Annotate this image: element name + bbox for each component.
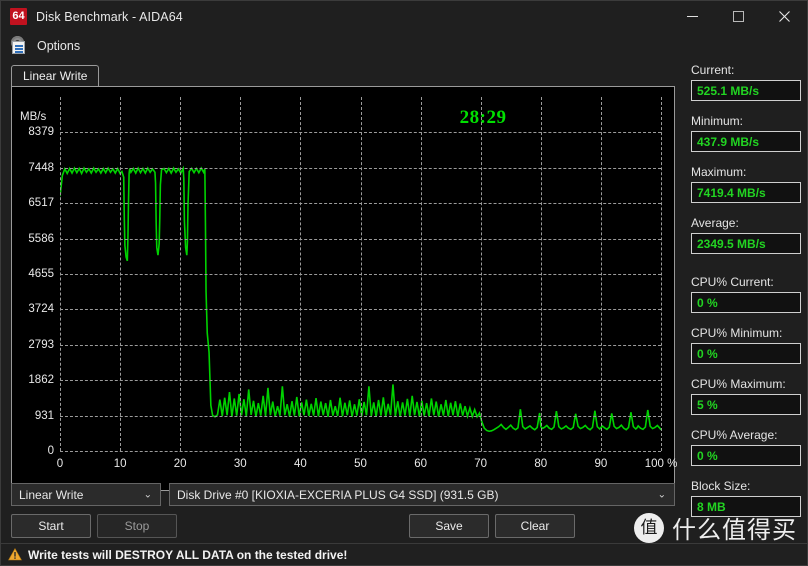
y-axis-tick-label: 0	[47, 445, 54, 457]
stat-label: CPU% Minimum:	[691, 326, 783, 340]
stat-label: Minimum:	[691, 114, 744, 128]
chart-unit-label: MB/s	[20, 111, 47, 123]
stop-button[interactable]: Stop	[97, 514, 177, 538]
stat-value: 2349.5 MB/s	[691, 233, 801, 254]
options-toolbar: Options	[1, 32, 807, 59]
drive-select[interactable]: Disk Drive #0 [KIOXIA-EXCERIA PLUS G4 SS…	[169, 483, 675, 506]
y-axis-tick-label: 2793	[28, 338, 54, 351]
stat-label: CPU% Average:	[691, 428, 778, 442]
y-axis-tick-label: 931	[34, 409, 54, 422]
x-axis-tick-label: 80	[534, 458, 548, 470]
y-axis-tick-label: 1862	[28, 374, 54, 387]
close-icon[interactable]	[761, 1, 807, 32]
start-button[interactable]: Start	[11, 514, 91, 538]
stat-value: 7419.4 MB/s	[691, 182, 801, 203]
clear-button[interactable]: Clear	[495, 514, 575, 538]
x-axis-tick-label: 50	[354, 458, 367, 470]
window-title: Disk Benchmark - AIDA64	[36, 9, 183, 24]
chart-trace	[60, 97, 661, 451]
watermark-text: 什么值得买	[672, 516, 797, 544]
tab-strip: Linear Write	[11, 65, 675, 87]
watermark-badge: 值	[634, 512, 664, 543]
chart-panel: MB/s 28:29 0 931 1862 2793 3724 4655 5586 6517 7…	[11, 86, 677, 491]
save-button[interactable]: Save	[409, 514, 489, 538]
tab-linear-write[interactable]: Linear Write	[11, 65, 100, 87]
y-axis-tick-label: 5586	[28, 232, 54, 245]
x-axis-tick-label: 10	[113, 458, 127, 470]
x-axis-tick-label: 40	[293, 458, 307, 470]
trace-line	[60, 168, 661, 431]
maximize-icon[interactable]	[715, 1, 761, 32]
gridline-horizontal	[60, 451, 661, 452]
stat-label: CPU% Current:	[691, 275, 774, 289]
x-axis-tick-label: 0	[56, 458, 64, 470]
warning-triangle-icon	[8, 548, 22, 561]
y-axis-tick-label: 6517	[28, 197, 54, 210]
y-axis-tick-label: 8379	[28, 126, 54, 139]
warning-text: Write tests will DESTROY ALL DATA on the…	[28, 547, 348, 562]
stat-label: Maximum:	[691, 165, 747, 179]
minimize-icon[interactable]	[669, 1, 715, 32]
y-axis-tick-label: 3724	[28, 303, 54, 316]
y-axis-tick-label: 4655	[28, 268, 54, 280]
x-axis-tick-label: 20	[173, 458, 187, 470]
options-gear-icon	[9, 36, 29, 55]
stat-label: CPU% Maximum:	[691, 377, 786, 391]
stat-value: 0 %	[691, 445, 801, 466]
warning-bar: Write tests will DESTROY ALL DATA on the…	[1, 543, 807, 565]
x-axis-tick-label: 70	[474, 458, 488, 470]
benchmark-mode-select[interactable]: Linear Write ⌄	[11, 483, 161, 506]
chevron-down-icon: ⌄	[143, 489, 152, 500]
x-axis-tick-label: 60	[414, 458, 427, 470]
options-menu-item[interactable]: Options	[37, 39, 80, 53]
disk-benchmark-window: 64 Disk Benchmark - AIDA64 Options Linea…	[0, 0, 808, 566]
stat-label: Block Size:	[691, 479, 751, 493]
x-axis-tick-label: 30	[233, 458, 247, 470]
stat-value: 5 %	[691, 394, 801, 415]
stat-value: 0 %	[691, 292, 801, 313]
button-row: Start Stop Save Clear	[11, 514, 675, 538]
chart-inner: MB/s 28:29 0 931 1862 2793 3724 4655 5586 6517 7…	[16, 91, 677, 486]
watermark: 值 什么值得买	[634, 510, 797, 545]
statistics-panel: Current: 525.1 MB/s Minimum: 437.9 MB/s Maxi…	[691, 63, 801, 530]
stat-value: 437.9 MB/s	[691, 131, 801, 152]
stat-value: 0 %	[691, 343, 801, 364]
app-icon: 64	[10, 8, 27, 25]
x-axis-tick-label: 100 %	[644, 458, 678, 470]
stat-value: 525.1 MB/s	[691, 80, 801, 101]
stat-label: Current:	[691, 63, 735, 77]
benchmark-mode-value: Linear Write	[19, 487, 84, 502]
selection-row: Linear Write ⌄ Disk Drive #0 [KIOXIA-EXC…	[11, 483, 675, 506]
window-controls	[669, 1, 807, 32]
title-bar: 64 Disk Benchmark - AIDA64	[1, 1, 807, 32]
chart-plot-area: MB/s 28:29 0 931 1862 2793 3724 4655 5586 6517 7…	[20, 97, 677, 470]
y-axis-tick-label: 7448	[28, 161, 54, 174]
chevron-down-icon: ⌄	[657, 489, 666, 500]
stats-divider	[691, 267, 801, 275]
drive-select-value: Disk Drive #0 [KIOXIA-EXCERIA PLUS G4 SS…	[177, 487, 499, 502]
stat-label: Average:	[691, 216, 739, 230]
x-axis-tick-label: 90	[594, 458, 608, 470]
gridline-vertical	[661, 97, 662, 451]
